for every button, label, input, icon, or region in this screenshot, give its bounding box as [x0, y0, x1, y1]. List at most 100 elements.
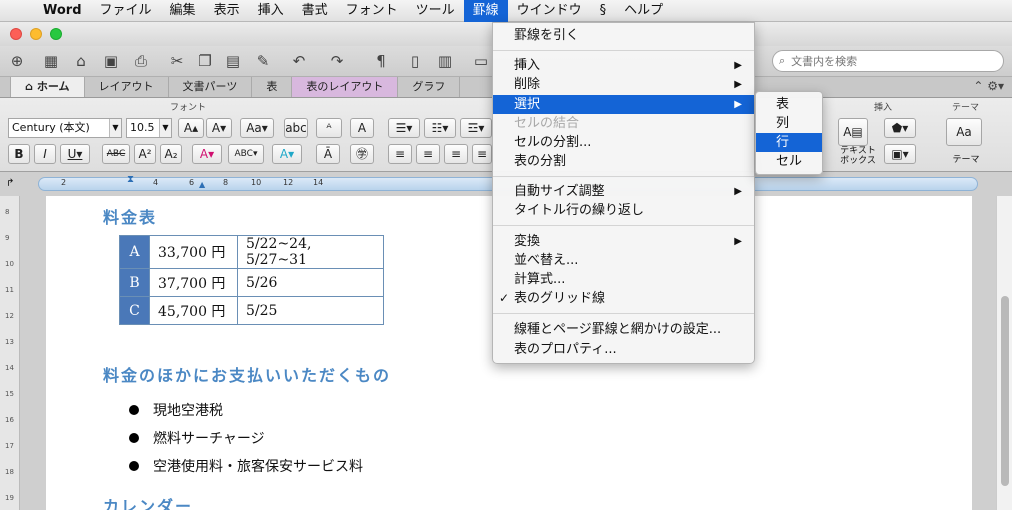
- menu-window[interactable]: ウインドウ: [508, 0, 591, 22]
- menu-item-table-properties[interactable]: 表のプロパティ...: [493, 340, 754, 359]
- indent-marker-icon[interactable]: ⧗: [127, 174, 134, 185]
- shrink-font-button[interactable]: A▾: [206, 118, 232, 138]
- menu-item-autofit[interactable]: 自動サイズ調整 ▶: [493, 182, 754, 201]
- tab-home[interactable]: ⌂ ホーム: [10, 77, 85, 97]
- print-icon[interactable]: ⎙: [130, 50, 152, 72]
- character-shading-button[interactable]: Ā: [316, 144, 340, 164]
- tab-stop-selector-icon[interactable]: ↱: [6, 178, 14, 189]
- ribbon-options-icon[interactable]: ⌃ ⚙▾: [973, 79, 1004, 93]
- menu-item-convert[interactable]: 変換 ▶: [493, 232, 754, 251]
- sidebar-icon[interactable]: ▯: [404, 50, 426, 72]
- scrollbar-thumb[interactable]: [1001, 296, 1009, 486]
- search-input[interactable]: [791, 54, 992, 68]
- change-case-button[interactable]: Aa▾: [240, 118, 274, 138]
- vertical-scrollbar[interactable]: [996, 196, 1012, 510]
- justify-button[interactable]: ≡: [472, 144, 492, 164]
- new-document-icon[interactable]: ⊕: [6, 50, 28, 72]
- tab-table[interactable]: 表: [252, 77, 293, 97]
- italic-button[interactable]: I: [34, 144, 56, 164]
- bold-button[interactable]: B: [8, 144, 30, 164]
- open-icon[interactable]: ⌂: [70, 50, 92, 72]
- align-center-button[interactable]: ≡: [416, 144, 440, 164]
- copy-icon[interactable]: ❐: [194, 50, 216, 72]
- textbox-icon[interactable]: A▤: [838, 118, 868, 146]
- menu-item-borders-shading[interactable]: 線種とページ罫線と網かけの設定...: [493, 320, 754, 339]
- table-cell[interactable]: 5/26: [237, 268, 384, 297]
- table-cell[interactable]: C: [119, 296, 150, 325]
- tab-document-parts[interactable]: 文書パーツ: [169, 77, 253, 97]
- table-cell[interactable]: 37,700 円: [149, 268, 238, 297]
- zoom-window-button[interactable]: [50, 28, 62, 40]
- search-box[interactable]: ⌕: [772, 50, 1004, 72]
- table-cell[interactable]: A: [119, 235, 150, 269]
- submenu-item-row[interactable]: 行: [756, 133, 822, 152]
- undo-icon[interactable]: ↶: [288, 50, 310, 72]
- menu-item-delete[interactable]: 削除 ▶: [493, 75, 754, 94]
- menu-format[interactable]: 書式: [293, 0, 337, 22]
- underline-button[interactable]: U▾: [60, 144, 90, 164]
- menu-file[interactable]: ファイル: [91, 0, 161, 22]
- menu-app-word[interactable]: Word: [34, 0, 91, 22]
- align-left-button[interactable]: ≡: [388, 144, 412, 164]
- submenu-item-table[interactable]: 表: [756, 95, 822, 114]
- menu-item-insert[interactable]: 挿入 ▶: [493, 56, 754, 75]
- vertical-ruler[interactable]: 8 9 10 11 12 13 14 15 16 17 18 19: [0, 196, 20, 510]
- menu-font[interactable]: フォント: [337, 0, 407, 22]
- highlight-color-button[interactable]: ABC▾: [228, 144, 264, 164]
- menu-insert[interactable]: 挿入: [249, 0, 293, 22]
- fare-table[interactable]: A 33,700 円 5/22~24, 5/27~31 B 37,700 円 5…: [119, 235, 384, 325]
- table-cell[interactable]: 33,700 円: [149, 235, 238, 269]
- menu-edit[interactable]: 編集: [161, 0, 205, 22]
- character-border-button[interactable]: A: [350, 118, 374, 138]
- tab-layout[interactable]: レイアウト: [85, 77, 169, 97]
- align-right-button[interactable]: ≡: [444, 144, 468, 164]
- gallery-icon[interactable]: ▥: [434, 50, 456, 72]
- picture-icon[interactable]: ▣▾: [884, 144, 916, 164]
- clear-formatting-button[interactable]: abc: [284, 118, 308, 138]
- multilevel-list-button[interactable]: ☲▾: [460, 118, 492, 138]
- strikethrough-button[interactable]: ABC: [102, 144, 130, 164]
- paste-icon[interactable]: ▤: [222, 50, 244, 72]
- tab-table-layout[interactable]: 表のレイアウト: [292, 77, 399, 97]
- table-cell[interactable]: 45,700 円: [149, 296, 238, 325]
- save-icon[interactable]: ▣: [100, 50, 122, 72]
- table-cell[interactable]: 5/22~24, 5/27~31: [237, 235, 384, 269]
- cut-icon[interactable]: ✂: [166, 50, 188, 72]
- format-painter-icon[interactable]: ✎: [252, 50, 274, 72]
- menu-item-select[interactable]: 選択 ▶: [493, 95, 754, 114]
- templates-icon[interactable]: ▦: [40, 50, 62, 72]
- shapes-icon[interactable]: ⬟▾: [884, 118, 916, 138]
- document-icon[interactable]: ▭: [470, 50, 492, 72]
- bullets-button[interactable]: ☰▾: [388, 118, 420, 138]
- menu-item-gridlines[interactable]: ✓ 表のグリッド線: [493, 289, 754, 308]
- table-cell[interactable]: 5/25: [237, 296, 384, 325]
- subscript-button[interactable]: A₂: [160, 144, 182, 164]
- menu-item-split-cells[interactable]: セルの分割...: [493, 133, 754, 152]
- font-size-select[interactable]: 10.5 ▼: [126, 118, 172, 138]
- submenu-item-cell[interactable]: セル: [756, 152, 822, 171]
- close-window-button[interactable]: [10, 28, 22, 40]
- menu-item-repeat-header[interactable]: タイトル行の繰り返し: [493, 201, 754, 220]
- grow-font-button[interactable]: A▴: [178, 118, 204, 138]
- phonetic-guide-button[interactable]: ᴬ: [316, 118, 342, 138]
- superscript-button[interactable]: A²: [134, 144, 156, 164]
- show-formatting-icon[interactable]: ¶: [370, 50, 392, 72]
- menu-tools[interactable]: ツール: [407, 0, 464, 22]
- menu-item-sort[interactable]: 並べ替え...: [493, 251, 754, 270]
- menu-item-split-table[interactable]: 表の分割: [493, 152, 754, 171]
- script-icon[interactable]: §: [591, 0, 616, 22]
- font-name-select[interactable]: Century (本文) ▼: [8, 118, 122, 138]
- font-color-button[interactable]: A▾: [192, 144, 222, 164]
- tab-chart[interactable]: グラフ: [398, 77, 461, 97]
- enclose-characters-button[interactable]: ㊫: [350, 144, 374, 164]
- submenu-item-column[interactable]: 列: [756, 114, 822, 133]
- menu-view[interactable]: 表示: [205, 0, 249, 22]
- menu-item-draw-table[interactable]: 罫線を引く: [493, 26, 754, 45]
- theme-icon[interactable]: Aa: [946, 118, 982, 146]
- menu-table[interactable]: 罫線: [463, 0, 508, 22]
- table-cell[interactable]: B: [119, 268, 150, 297]
- text-effects-button[interactable]: A▾: [272, 144, 302, 164]
- numbering-button[interactable]: ☷▾: [424, 118, 456, 138]
- tab-marker-icon[interactable]: ▲: [199, 180, 205, 189]
- menu-item-formula[interactable]: 計算式...: [493, 270, 754, 289]
